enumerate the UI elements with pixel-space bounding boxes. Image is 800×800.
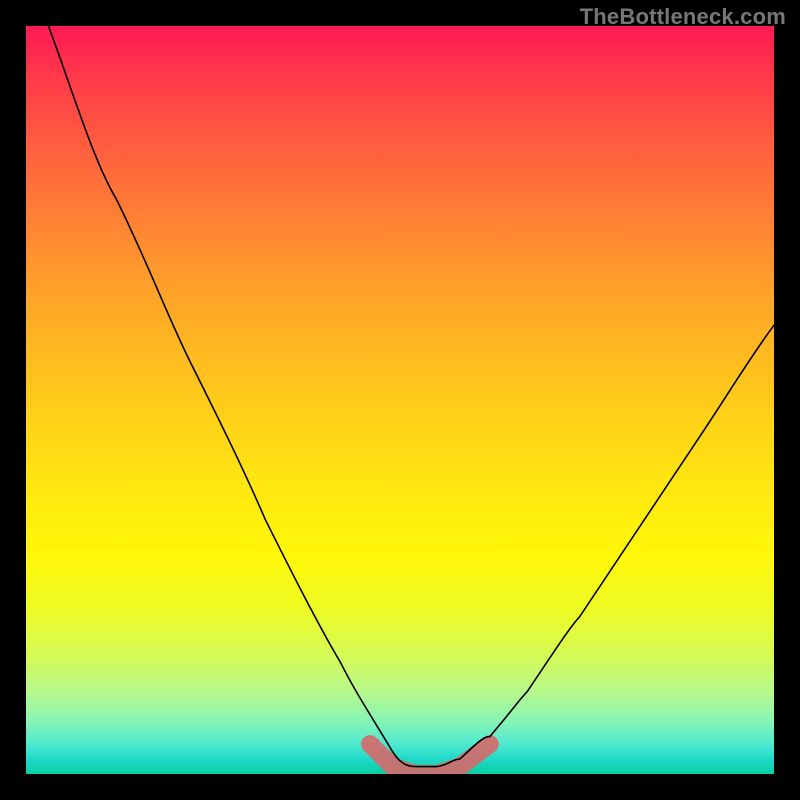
bottleneck-curve [48,26,774,767]
app-frame: TheBottleneck.com [0,0,800,800]
chart-plot-area [26,26,774,774]
chart-svg [26,26,774,774]
